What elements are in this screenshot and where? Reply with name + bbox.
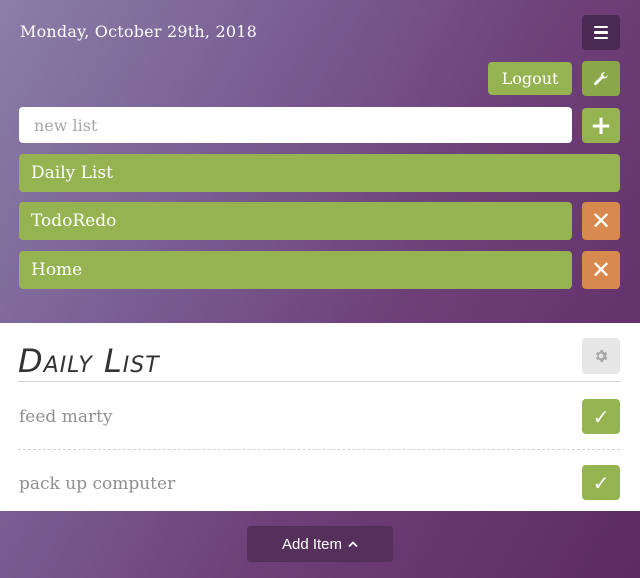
settings-button[interactable]: [582, 61, 620, 96]
list-title: Daily List: [18, 342, 160, 380]
hamburger-menu-icon: [594, 25, 608, 29]
check-icon: ✓: [592, 404, 610, 429]
list-item-todoredo[interactable]: TodoRedo: [19, 202, 572, 240]
plus-icon: +: [590, 110, 612, 141]
todo-item-text: feed marty: [19, 407, 113, 427]
delete-list-button[interactable]: ✕: [582, 251, 620, 289]
item-divider: [18, 449, 620, 450]
close-icon: ✕: [590, 256, 612, 284]
list-panel: Daily List feed marty ✓ pack up computer…: [0, 323, 640, 511]
list-item-label: TodoRedo: [31, 211, 117, 231]
new-list-input[interactable]: [19, 107, 572, 143]
add-list-button[interactable]: +: [582, 108, 620, 143]
wrench-icon: [594, 71, 608, 85]
current-date: Monday, October 29th, 2018: [20, 22, 257, 41]
gear-icon: [595, 350, 608, 362]
add-item-label: Add Item: [281, 535, 343, 553]
menu-button[interactable]: [582, 15, 620, 50]
add-item-button[interactable]: Add Item: [247, 526, 393, 562]
list-item-label: Home: [31, 260, 83, 280]
complete-item-button[interactable]: ✓: [582, 399, 620, 434]
delete-list-button[interactable]: ✕: [582, 202, 620, 240]
complete-item-button[interactable]: ✓: [582, 465, 620, 500]
list-settings-button[interactable]: [582, 338, 620, 374]
logout-button[interactable]: Logout: [488, 62, 572, 95]
todo-item-text: pack up computer: [19, 474, 176, 494]
close-icon: ✕: [590, 207, 612, 235]
check-icon: ✓: [592, 470, 610, 495]
chevron-up-icon: [348, 541, 358, 548]
list-item-label: Daily List: [31, 163, 113, 183]
list-item-daily-list[interactable]: Daily List: [19, 154, 620, 192]
title-divider: [18, 381, 620, 382]
list-item-home[interactable]: Home: [19, 251, 572, 289]
